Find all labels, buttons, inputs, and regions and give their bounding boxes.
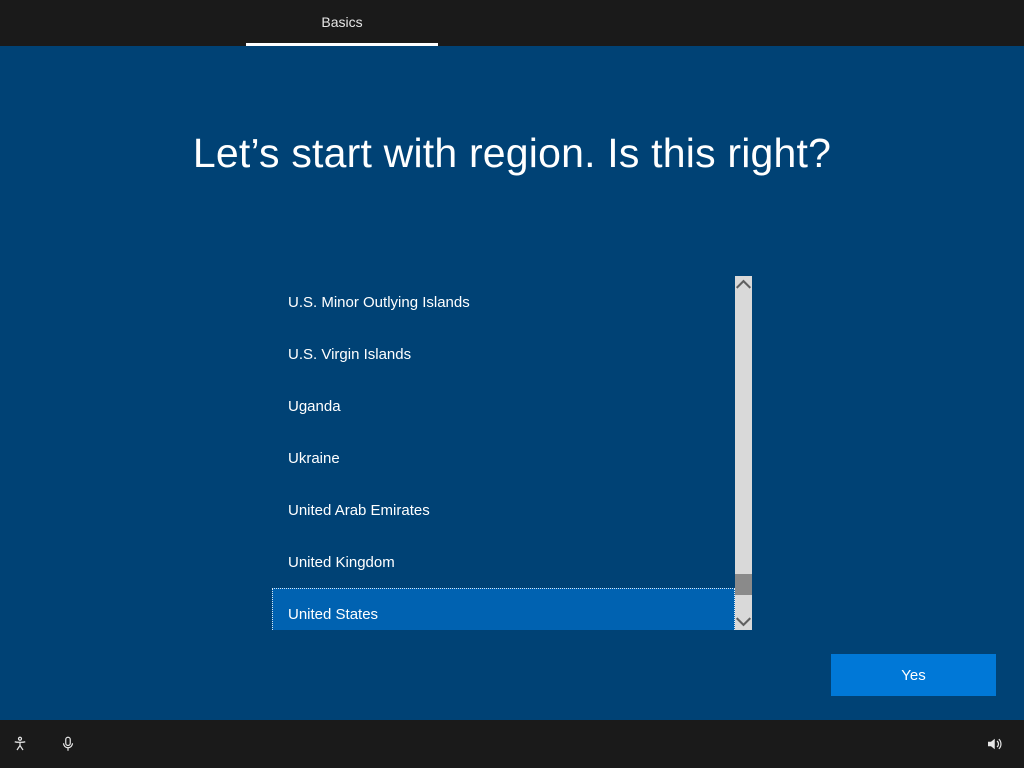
main-content: Let’s start with region. Is this right? … — [0, 46, 1024, 720]
list-item[interactable]: U.S. Virgin Islands — [272, 328, 735, 380]
yes-button[interactable]: Yes — [831, 654, 996, 696]
list-item-label: United Arab Emirates — [288, 502, 430, 519]
list-item[interactable]: Ukraine — [272, 432, 735, 484]
list-item-label: Uganda — [288, 398, 341, 415]
list-item-label: United States — [288, 606, 378, 623]
volume-icon[interactable] — [974, 720, 1014, 768]
microphone-icon[interactable] — [48, 720, 88, 768]
region-list-container: U.S. Minor Outlying Islands U.S. Virgin I… — [272, 276, 752, 630]
list-item-label: U.S. Virgin Islands — [288, 346, 411, 363]
list-item[interactable]: U.S. Minor Outlying Islands — [272, 276, 735, 328]
region-list[interactable]: U.S. Minor Outlying Islands U.S. Virgin I… — [272, 276, 735, 630]
scrollbar[interactable] — [735, 276, 752, 630]
bottom-bar — [0, 720, 1024, 768]
yes-button-label: Yes — [901, 667, 925, 684]
list-item[interactable]: United Kingdom — [272, 536, 735, 588]
scroll-down-arrow-icon[interactable] — [735, 613, 752, 630]
tab-label: Basics — [321, 14, 362, 30]
list-item[interactable]: United States — [272, 588, 735, 630]
list-item[interactable]: United Arab Emirates — [272, 484, 735, 536]
list-item-label: United Kingdom — [288, 554, 395, 571]
top-bar: Basics — [0, 0, 1024, 46]
scroll-thumb[interactable] — [735, 574, 752, 595]
tab-basics[interactable]: Basics — [246, 0, 438, 46]
list-item-label: U.S. Minor Outlying Islands — [288, 294, 470, 311]
list-item[interactable]: Uganda — [272, 380, 735, 432]
accessibility-icon[interactable] — [0, 720, 40, 768]
scroll-up-arrow-icon[interactable] — [735, 276, 752, 293]
page-title: Let’s start with region. Is this right? — [0, 130, 1024, 177]
list-item-label: Ukraine — [288, 450, 340, 467]
